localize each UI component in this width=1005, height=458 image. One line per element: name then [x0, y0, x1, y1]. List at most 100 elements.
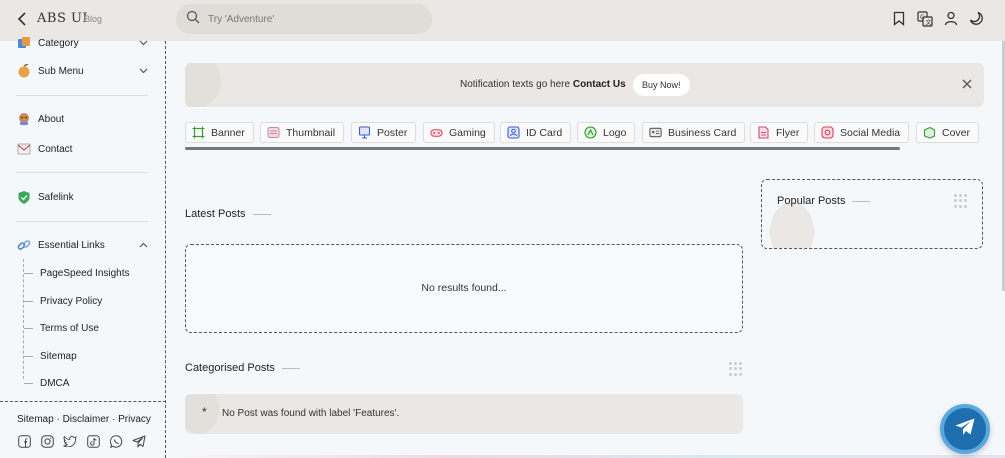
cover-icon: [923, 126, 936, 139]
chip-cover[interactable]: Cover: [916, 122, 980, 143]
section-title-text: Latest Posts: [185, 208, 246, 220]
category-scrollbar[interactable]: [185, 147, 900, 150]
sub-item-terms[interactable]: Terms of Use: [40, 323, 99, 334]
sidebar-item-about[interactable]: About: [16, 111, 150, 127]
chip-poster[interactable]: Poster: [351, 122, 417, 143]
chip-label: Gaming: [449, 126, 486, 139]
chip-label: Banner: [211, 126, 245, 139]
latest-posts-title: Latest Posts: [185, 208, 271, 220]
footer-separator: ·: [53, 414, 63, 425]
search-bar[interactable]: [176, 4, 432, 34]
thumbnail-icon: [267, 126, 280, 139]
chevron-up-icon: [139, 240, 148, 251]
link-icon: [16, 237, 32, 253]
section-title-text: Popular Posts: [777, 195, 846, 207]
chip-id-card[interactable]: ID Card: [500, 122, 572, 143]
shield-icon: [16, 189, 32, 205]
submenu-icon: [16, 63, 32, 79]
decorative-blob: [770, 202, 814, 248]
social-media-icon: [821, 126, 834, 139]
search-input[interactable]: [208, 13, 408, 25]
category-icon: [16, 35, 32, 51]
chip-logo[interactable]: Logo: [577, 122, 636, 143]
business-card-icon: [649, 126, 662, 139]
id-card-icon: [507, 126, 520, 139]
chip-social-media[interactable]: Social Media: [814, 122, 910, 143]
section-title-text: Categorised Posts: [185, 362, 275, 374]
translate-icon[interactable]: G文: [916, 10, 933, 27]
site-title[interactable]: ABS UI: [37, 11, 88, 26]
gaming-icon: [430, 126, 443, 139]
tiktok-icon[interactable]: [86, 434, 100, 448]
flyer-icon: [757, 126, 770, 139]
sub-item-sitemap[interactable]: Sitemap: [40, 351, 77, 362]
sidebar-item-label: Sub Menu: [38, 65, 84, 77]
asterisk-marker: *: [202, 405, 207, 419]
footer-separator: ·: [109, 414, 119, 425]
popular-posts-box: Popular Posts: [761, 179, 983, 249]
svg-text:G: G: [920, 14, 925, 21]
whatsapp-icon[interactable]: [109, 434, 123, 448]
telegram-float-button[interactable]: [940, 404, 990, 454]
user-icon[interactable]: [942, 10, 959, 27]
contact-us-link[interactable]: Contact Us: [573, 79, 626, 90]
chip-label: ID Card: [526, 126, 563, 139]
sidebar-item-essential-links[interactable]: Essential Links: [16, 237, 150, 253]
sub-item-pagespeed[interactable]: PageSpeed Insights: [40, 268, 130, 279]
footer-link-disclaimer[interactable]: Disclaimer: [63, 414, 110, 425]
decorative-blob: [185, 63, 221, 107]
chevron-down-icon: [139, 38, 148, 49]
chip-flyer[interactable]: Flyer: [750, 122, 809, 143]
sidebar-item-sub-menu[interactable]: Sub Menu: [16, 63, 150, 79]
chip-business-card[interactable]: Business Card: [642, 122, 746, 143]
notification-text: Notification texts go here Contact Us: [460, 79, 626, 90]
dots-icon: [729, 362, 743, 376]
banner-icon: [192, 126, 205, 139]
instagram-icon[interactable]: [40, 434, 54, 448]
notification-message: Notification texts go here: [460, 79, 571, 90]
sidebar-item-category[interactable]: Category: [16, 35, 150, 51]
dark-mode-icon[interactable]: [968, 10, 985, 27]
footer-link-privacy[interactable]: Privacy: [118, 414, 151, 425]
chip-banner[interactable]: Banner: [185, 122, 254, 143]
popular-posts-title: Popular Posts: [777, 195, 870, 207]
sidebar-item-safelink[interactable]: Safelink: [16, 189, 150, 205]
sub-item-privacy-policy[interactable]: Privacy Policy: [40, 296, 102, 307]
tree-branch: [24, 328, 33, 329]
sidebar-item-contact[interactable]: Contact: [16, 141, 150, 157]
sidebar-footer: Sitemap · Disclaimer · Privacy: [0, 401, 166, 448]
chip-label: Logo: [603, 126, 627, 139]
about-icon: [16, 111, 32, 127]
submenu-tree-line: [23, 259, 24, 379]
dots-icon: [954, 194, 968, 208]
twitter-icon[interactable]: [63, 434, 77, 448]
bookmark-icon[interactable]: [890, 10, 907, 27]
facebook-icon[interactable]: [17, 434, 31, 448]
close-icon[interactable]: [961, 78, 973, 90]
tree-branch: [24, 273, 33, 274]
chip-label: Business Card: [668, 126, 737, 139]
contact-icon: [16, 141, 32, 157]
telegram-icon[interactable]: [132, 434, 146, 448]
social-icons: [17, 434, 146, 448]
buy-now-button[interactable]: Buy Now!: [633, 74, 690, 96]
svg-text:文: 文: [925, 18, 931, 26]
divider: [16, 172, 148, 173]
sidebar-item-label: Contact: [38, 143, 73, 155]
tree-branch: [24, 356, 33, 357]
tree-branch: [24, 383, 33, 384]
sidebar-item-label: Category: [38, 37, 79, 49]
back-arrow-icon[interactable]: [14, 10, 32, 28]
chip-label: Poster: [377, 126, 408, 139]
categorised-posts-box: * No Post was found with label 'Features…: [185, 394, 743, 434]
no-post-text: No Post was found with label 'Features'.: [222, 408, 400, 419]
chip-thumbnail[interactable]: Thumbnail: [260, 122, 345, 143]
sub-item-dmca[interactable]: DMCA: [40, 378, 69, 389]
chip-label: Social Media: [840, 126, 901, 139]
divider: [16, 221, 148, 222]
tree-branch: [24, 301, 33, 302]
chip-gaming[interactable]: Gaming: [423, 122, 495, 143]
categorised-posts-title: Categorised Posts: [185, 362, 300, 374]
sidebar-item-label: About: [38, 113, 65, 125]
footer-link-sitemap[interactable]: Sitemap: [17, 414, 54, 425]
